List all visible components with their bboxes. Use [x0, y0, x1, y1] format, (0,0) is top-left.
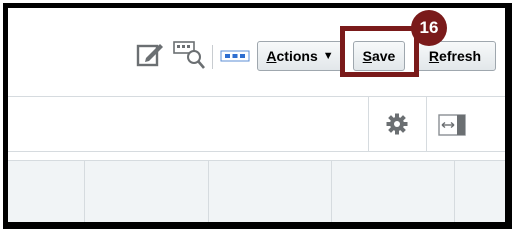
toolbar: Actions ▼ Save Refresh 16 [8, 8, 505, 96]
save-label: ave [371, 48, 396, 64]
row-divider [426, 97, 427, 151]
refresh-access-key: R [428, 48, 440, 64]
caret-down-icon: ▼ [322, 50, 334, 62]
detach-icon[interactable] [220, 50, 250, 62]
column-divider[interactable] [208, 161, 209, 222]
search-panel-row [8, 96, 505, 152]
save-button[interactable]: Save [353, 41, 405, 71]
gear-icon[interactable] [386, 113, 408, 135]
refresh-label: efresh [439, 48, 482, 64]
column-divider[interactable] [84, 161, 85, 222]
save-access-key: S [362, 48, 372, 64]
actions-label: ctions [276, 48, 318, 64]
column-divider[interactable] [331, 161, 332, 222]
column-divider[interactable] [454, 161, 455, 222]
table-header-row [8, 160, 505, 222]
row-divider [368, 97, 369, 151]
actions-access-key: A [266, 48, 277, 64]
edit-icon[interactable] [136, 41, 164, 69]
query-by-example-icon[interactable] [173, 38, 205, 70]
expand-panel-icon[interactable] [438, 114, 466, 136]
screenshot-frame: Actions ▼ Save Refresh 16 [3, 3, 512, 229]
toolbar-separator [212, 45, 213, 69]
actions-button[interactable]: Actions ▼ [257, 41, 343, 71]
step-number-badge: 16 [411, 10, 447, 46]
